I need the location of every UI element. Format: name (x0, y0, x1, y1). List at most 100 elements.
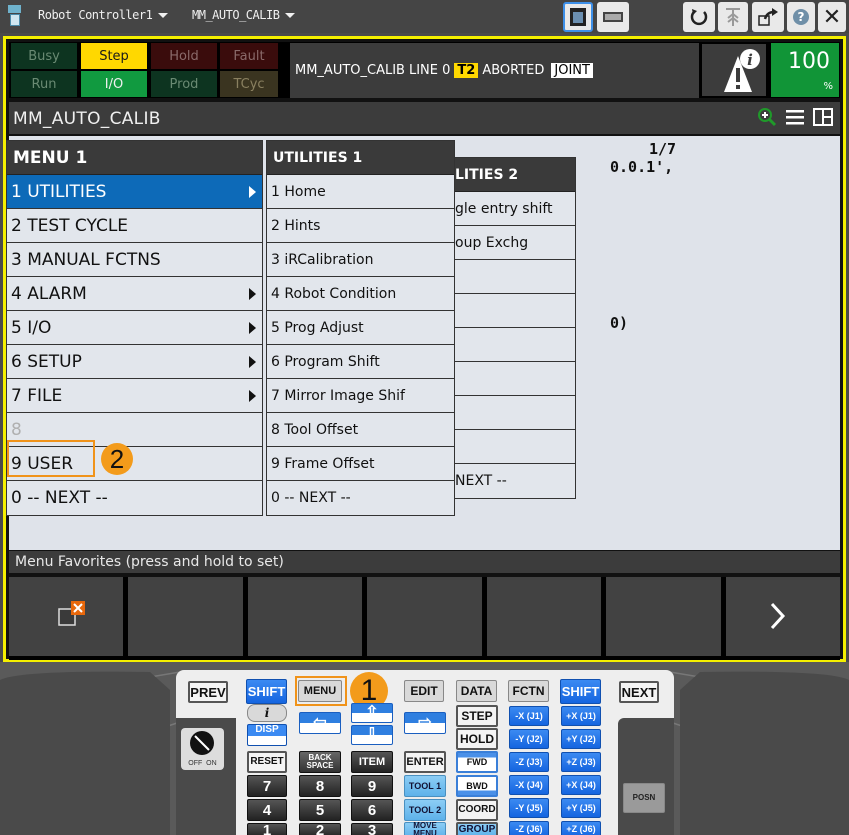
popout-button[interactable] (752, 2, 784, 32)
jog-button[interactable] (718, 2, 748, 32)
step-key[interactable]: STEP (456, 705, 498, 727)
refresh-button[interactable] (683, 2, 715, 32)
status-bar: Busy Step Hold Fault Run I/O Prod TCyc M… (9, 42, 840, 98)
menu-item-file[interactable]: 7 FILE (7, 379, 262, 413)
next-key[interactable]: NEXT (619, 681, 659, 703)
menu-list-icon[interactable] (784, 107, 806, 127)
bwd-key[interactable]: BWD (456, 775, 498, 797)
key-3[interactable]: 3 (351, 823, 393, 835)
teach-pendant-app: Robot Controller1 MM_AUTO_CALIB ? ✕ Busy… (0, 0, 849, 835)
tool1-key[interactable]: TOOL 1 (404, 775, 446, 797)
posn-key[interactable]: POSN (623, 783, 665, 813)
favorite-slot-1[interactable] (9, 577, 124, 656)
menu-item-utilities[interactable]: 1 UTILITIES (7, 175, 262, 209)
info-key[interactable]: i (247, 704, 287, 722)
keyboard-button[interactable] (597, 2, 629, 32)
jog-plus-x-key[interactable]: +X (J1) (561, 706, 601, 726)
menu-item-manual-fctns[interactable]: 3 MANUAL FCTNS (7, 243, 262, 277)
popout-icon (758, 8, 778, 26)
jog-plus-y-key[interactable]: +Y (J2) (561, 729, 601, 749)
reset-key[interactable]: RESET (247, 751, 287, 773)
jog-minus-rx-key[interactable]: -X (J4) (509, 775, 549, 795)
menu-item-next[interactable]: 0 -- NEXT -- (267, 481, 454, 515)
menu-item-frame-offset[interactable]: 9 Frame Offset (267, 447, 454, 481)
key-5[interactable]: 5 (299, 799, 341, 821)
jog-plus-ry-key[interactable]: +Y (J5) (561, 798, 601, 818)
program-selector[interactable]: MM_AUTO_CALIB (192, 8, 296, 22)
fwd-key[interactable]: FWD (456, 751, 498, 773)
shift-key-right[interactable]: SHIFT (560, 679, 601, 704)
jog-minus-z-key[interactable]: -Z (J3) (509, 752, 549, 772)
favorite-slot-4[interactable] (367, 577, 482, 656)
submenu-arrow-icon (249, 389, 256, 402)
favorite-slot-2[interactable] (128, 577, 243, 656)
jog-plus-z-key[interactable]: +Z (J3) (561, 752, 601, 772)
up-arrow-key[interactable]: ⇧ (351, 703, 393, 723)
disp-key[interactable]: DISP (247, 724, 287, 746)
menu-item-robot-condition[interactable]: 4 Robot Condition (267, 277, 454, 311)
item-key[interactable]: ITEM (351, 751, 393, 773)
menu-item-mirror-image-shift[interactable]: 7 Mirror Image Shif (267, 379, 454, 413)
status-tcyc: TCyc (220, 71, 278, 97)
help-icon: ? (793, 9, 809, 25)
jog-minus-x-key[interactable]: -X (J1) (509, 706, 549, 726)
key-9[interactable]: 9 (351, 775, 393, 797)
menu-item-hints[interactable]: 2 Hints (267, 209, 454, 243)
menu-item-next[interactable]: 0 -- NEXT -- (7, 481, 262, 515)
help-button[interactable]: ? (787, 2, 815, 32)
jog-minus-rz-key[interactable]: -Z (J6) (509, 821, 549, 835)
tool2-key[interactable]: TOOL 2 (404, 799, 446, 821)
menu-item-home[interactable]: 1 Home (267, 175, 454, 209)
controller-selector[interactable]: Robot Controller1 (38, 8, 169, 22)
key-8[interactable]: 8 (299, 775, 341, 797)
menu-item-prog-adjust[interactable]: 5 Prog Adjust (267, 311, 454, 345)
key-6[interactable]: 6 (351, 799, 393, 821)
menu-item-tool-offset[interactable]: 8 Tool Offset (267, 413, 454, 447)
jog-minus-ry-key[interactable]: -Y (J5) (509, 798, 549, 818)
menu-item-io[interactable]: 5 I/O (7, 311, 262, 345)
menu-item-ircalibration[interactable]: 3 iRCalibration (267, 243, 454, 277)
favorite-slot-5[interactable] (486, 577, 602, 656)
key-1[interactable]: 1 (247, 823, 287, 835)
prev-key[interactable]: PREV (188, 681, 228, 703)
shift-key-left[interactable]: SHIFT (246, 679, 287, 704)
submenu-arrow-icon (249, 287, 256, 300)
favorite-slot-3[interactable] (247, 577, 363, 656)
key-2[interactable]: 2 (299, 823, 341, 835)
right-arrow-key[interactable]: ⇨ (404, 712, 446, 734)
favorite-slot-6[interactable] (606, 577, 721, 656)
jog-minus-y-key[interactable]: -Y (J2) (509, 729, 549, 749)
key-switch-icon (190, 731, 214, 755)
down-arrow-key[interactable]: ⇩ (351, 725, 393, 745)
key-7[interactable]: 7 (247, 775, 287, 797)
arrow-left-icon: ⇦ (313, 714, 327, 731)
jog-plus-rx-key[interactable]: +X (J4) (561, 775, 601, 795)
enter-key[interactable]: ENTER (404, 751, 446, 773)
zoom-in-icon[interactable] (756, 106, 778, 128)
split-view-icon[interactable] (812, 107, 834, 127)
menu-item-test-cycle[interactable]: 2 TEST CYCLE (7, 209, 262, 243)
menu-item-alarm[interactable]: 4 ALARM (7, 277, 262, 311)
arrow-right-icon: ⇨ (418, 714, 432, 731)
enable-switch[interactable]: OFF ON (181, 728, 224, 770)
pendant-view-button[interactable] (563, 2, 593, 32)
hold-key[interactable]: HOLD (456, 728, 498, 750)
menu-item-program-shift[interactable]: 6 Program Shift (267, 345, 454, 379)
left-arrow-key[interactable]: ⇦ (299, 712, 341, 734)
backspace-key[interactable]: BACK SPACE (299, 751, 341, 773)
coord-key[interactable]: COORD (456, 799, 498, 821)
close-button[interactable]: ✕ (818, 2, 846, 32)
move-menu-key[interactable]: MOVE MENU (404, 822, 446, 835)
override-speed[interactable]: 100 % (771, 43, 839, 97)
data-key[interactable]: DATA (456, 680, 497, 702)
pendant-icon (570, 8, 586, 26)
menu-item-label: 1 UTILITIES (11, 181, 107, 202)
key-4[interactable]: 4 (247, 799, 287, 821)
jog-plus-rz-key[interactable]: +Z (J6) (561, 821, 601, 835)
group-key[interactable]: GROUP (456, 822, 498, 835)
fctn-key[interactable]: FCTN (508, 680, 549, 702)
edit-key[interactable]: EDIT (404, 680, 444, 702)
next-favorites-button[interactable] (725, 577, 840, 656)
menu-item-setup[interactable]: 6 SETUP (7, 345, 262, 379)
alarm-info-button[interactable]: i (702, 44, 766, 96)
